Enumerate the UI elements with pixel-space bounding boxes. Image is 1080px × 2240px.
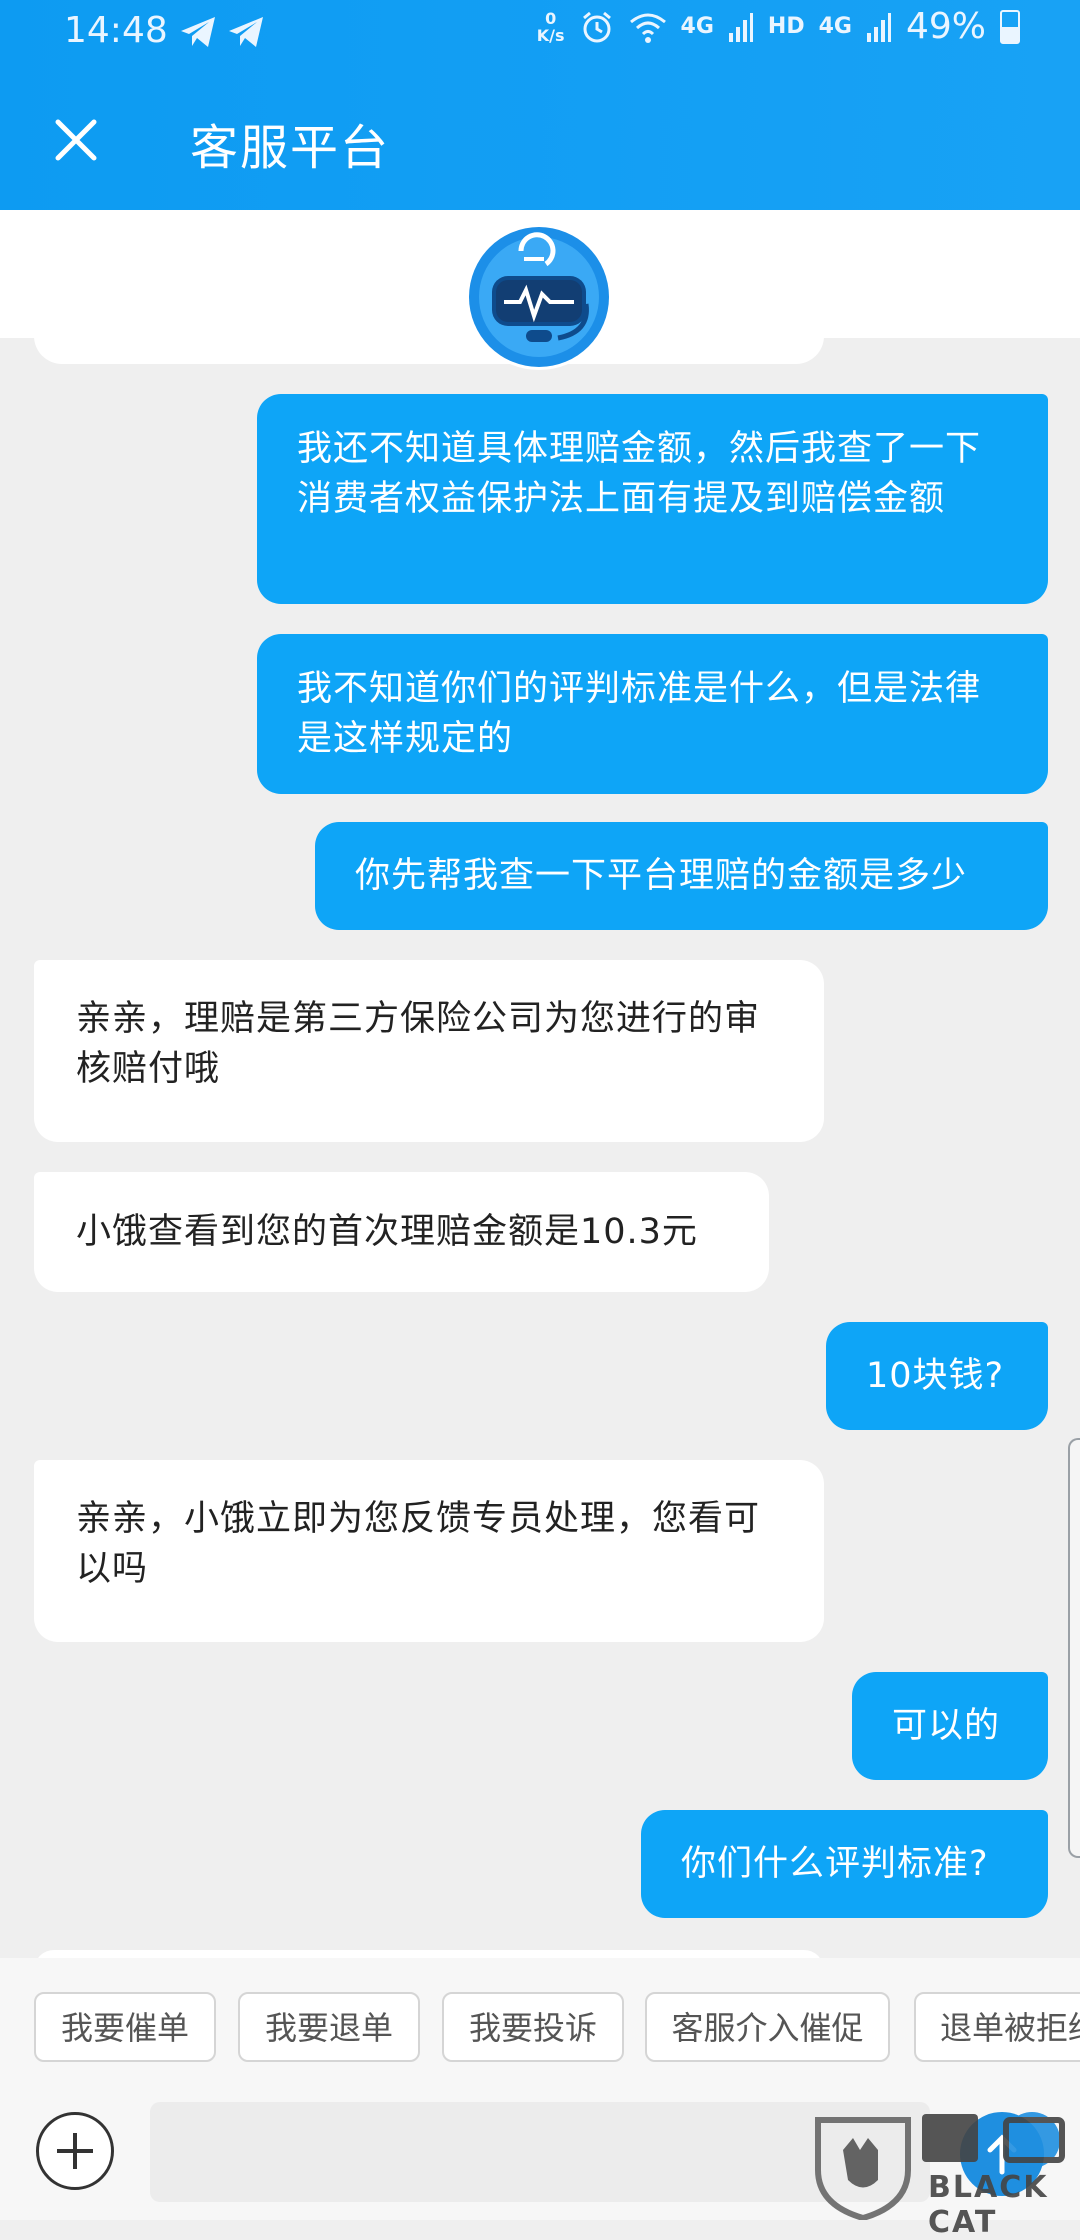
alarm-icon bbox=[582, 11, 611, 42]
message-bubble-user: 我不知道你们的评判标准是什么，但是法律是这样规定的 bbox=[257, 634, 1048, 794]
message-text: 我不知道你们的评判标准是什么，但是法律是这样规定的 bbox=[297, 669, 982, 759]
message-text: 亲亲，小饿立即为您反馈专员处理，您看可以吗 bbox=[76, 1499, 761, 1589]
message-bubble-user: 10块钱? bbox=[826, 1322, 1048, 1430]
watermark-glyphs-icon bbox=[922, 2112, 1065, 2168]
message-bubble-partial bbox=[34, 318, 824, 364]
scrollbar[interactable] bbox=[1068, 1438, 1080, 1858]
message-bubble-agent: 小饿查看到您的首次理赔金额是10.3元 bbox=[34, 1172, 769, 1292]
cat-shield-icon bbox=[815, 2117, 911, 2220]
robot-avatar-icon bbox=[466, 224, 612, 370]
telegram-icon bbox=[229, 17, 263, 47]
status-bar: 14:48 0 K/s 4G HD 4G 49% bbox=[0, 0, 1080, 64]
wifi-icon bbox=[629, 13, 666, 43]
status-icons: 0 K/s 4G HD 4G 49% bbox=[537, 6, 1020, 47]
message-bubble-user: 你先帮我查一下平台理赔的金额是多少 bbox=[315, 822, 1048, 930]
message-bubble-agent: 亲亲，理赔是第三方保险公司为您进行的审核赔付哦 bbox=[34, 960, 824, 1142]
signal-icon bbox=[866, 12, 891, 42]
message-text: 可以的 bbox=[892, 1706, 1001, 1746]
message-text: 你们什么评判标准? bbox=[681, 1844, 989, 1884]
message-text: 你先帮我查一下平台理赔的金额是多少 bbox=[355, 856, 968, 896]
network-type-label: 4G bbox=[818, 14, 852, 39]
plus-button[interactable] bbox=[36, 2112, 114, 2190]
app-header: 14:48 0 K/s 4G HD 4G 49% 客服平台 bbox=[0, 0, 1080, 210]
message-text: 小饿查看到您的首次理赔金额是10.3元 bbox=[76, 1212, 698, 1252]
plus-icon bbox=[57, 2133, 93, 2169]
quick-reply-chip[interactable]: 我要退单 bbox=[238, 1992, 420, 2062]
watermark-logo: BLACK CAT bbox=[808, 2110, 1080, 2240]
page-title: 客服平台 bbox=[190, 120, 391, 176]
message-text: 10块钱? bbox=[866, 1356, 1005, 1396]
message-bubble-user: 我还不知道具体理赔金额，然后我查了一下消费者权益保护法上面有提及到赔偿金额 bbox=[257, 394, 1048, 604]
quick-reply-chip[interactable]: 退单被拒绝 bbox=[914, 1992, 1080, 2062]
message-bubble-user: 可以的 bbox=[852, 1672, 1048, 1780]
telegram-icon bbox=[181, 17, 215, 47]
signal-icon bbox=[728, 12, 753, 42]
message-bubble-user: 你们什么评判标准? bbox=[641, 1810, 1048, 1918]
message-text: 我还不知道具体理赔金额，然后我查了一下消费者权益保护法上面有提及到赔偿金额 bbox=[297, 429, 982, 519]
quick-reply-bar: 我要催单 我要退单 我要投诉 客服介入催促 退单被拒绝 bbox=[0, 1958, 1080, 2088]
battery-icon bbox=[1000, 9, 1020, 44]
watermark-text: BLACK CAT bbox=[928, 2170, 1049, 2240]
message-bubble-agent: 亲亲，小饿立即为您反馈专员处理，您看可以吗 bbox=[34, 1460, 824, 1642]
status-time: 14:48 bbox=[64, 10, 168, 51]
battery-percent: 49% bbox=[905, 6, 986, 47]
quick-reply-chip[interactable]: 我要催单 bbox=[34, 1992, 216, 2062]
message-text: 亲亲，理赔是第三方保险公司为您进行的审核赔付哦 bbox=[76, 999, 761, 1089]
quick-reply-chip[interactable]: 我要投诉 bbox=[442, 1992, 624, 2062]
close-icon[interactable] bbox=[40, 104, 112, 176]
quick-reply-chip[interactable]: 客服介入催促 bbox=[645, 1992, 890, 2062]
network-type-label: 4G bbox=[680, 14, 714, 39]
net-speed: 0 K/s bbox=[536, 8, 565, 45]
hd-label: HD bbox=[767, 14, 805, 39]
